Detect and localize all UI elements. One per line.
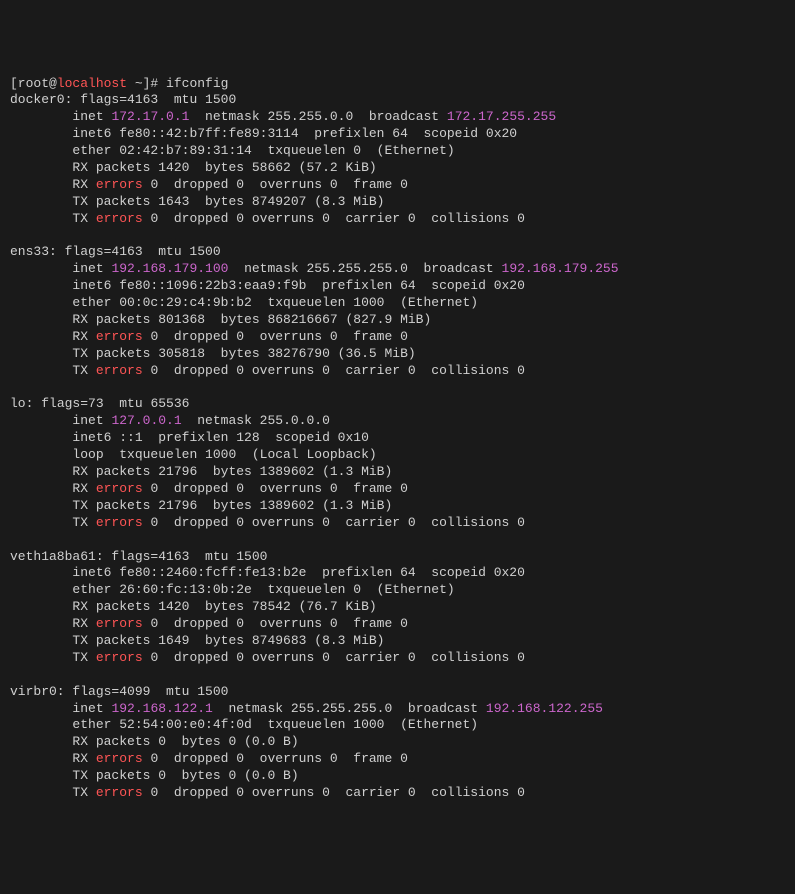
prompt-line: [root@localhost ~]# ifconfig [10, 76, 228, 91]
ether-line: ether 02:42:b7:89:31:14 txqueuelen 0 (Et… [72, 143, 454, 158]
rx-err-word: errors [96, 481, 143, 496]
iface-flags: flags=4163 mtu 1500 [80, 92, 236, 107]
tx-err-rest: 0 dropped 0 overruns 0 carrier 0 collisi… [143, 515, 525, 530]
inet6-line: inet6 fe80::42:b7ff:fe89:3114 prefixlen … [72, 126, 517, 141]
rx-err-rest: 0 dropped 0 overruns 0 frame 0 [143, 751, 408, 766]
inet-label: inet [72, 701, 111, 716]
tx-err-word: errors [96, 650, 143, 665]
tx-err-label: TX [72, 785, 95, 800]
tx-err-word: errors [96, 515, 143, 530]
ether-line: ether 00:0c:29:c4:9b:b2 txqueuelen 1000 … [72, 295, 478, 310]
rx-packets: RX packets 801368 bytes 868216667 (827.9… [72, 312, 431, 327]
rx-err-rest: 0 dropped 0 overruns 0 frame 0 [143, 616, 408, 631]
iface-name: ens33: [10, 244, 65, 259]
broadcast-addr: 172.17.255.255 [447, 109, 556, 124]
prompt-command: ifconfig [166, 76, 228, 91]
inet-addr: 127.0.0.1 [111, 413, 181, 428]
inet-rest: netmask 255.0.0.0 [182, 413, 330, 428]
tx-packets: TX packets 305818 bytes 38276790 (36.5 M… [72, 346, 415, 361]
tx-err-label: TX [72, 515, 95, 530]
iface-name: docker0: [10, 92, 80, 107]
rx-err-rest: 0 dropped 0 overruns 0 frame 0 [143, 177, 408, 192]
inet-addr: 172.17.0.1 [111, 109, 189, 124]
iface-name: veth1a8ba61: [10, 549, 111, 564]
tx-err-label: TX [72, 650, 95, 665]
prompt-suffix: ~]# [127, 76, 166, 91]
iface-name: lo: [10, 396, 41, 411]
rx-err-word: errors [96, 177, 143, 192]
inet6-line: inet6 fe80::2460:fcff:fe13:b2e prefixlen… [72, 565, 524, 580]
rx-packets: RX packets 1420 bytes 78542 (76.7 KiB) [72, 599, 376, 614]
inet-label: inet [72, 413, 111, 428]
prompt-host: localhost [57, 76, 127, 91]
iface-name: virbr0: [10, 684, 72, 699]
rx-err-word: errors [96, 616, 143, 631]
iface-flags: flags=4163 mtu 1500 [111, 549, 267, 564]
tx-err-word: errors [96, 363, 143, 378]
broadcast-addr: 192.168.179.255 [502, 261, 619, 276]
tx-err-rest: 0 dropped 0 overruns 0 carrier 0 collisi… [143, 363, 525, 378]
ether-line: ether 52:54:00:e0:4f:0d txqueuelen 1000 … [72, 717, 478, 732]
rx-packets: RX packets 21796 bytes 1389602 (1.3 MiB) [72, 464, 392, 479]
terminal-output[interactable]: [root@localhost ~]# ifconfig docker0: fl… [10, 76, 785, 802]
ether-line: loop txqueuelen 1000 (Local Loopback) [72, 447, 376, 462]
rx-err-label: RX [72, 329, 95, 344]
rx-err-label: RX [72, 751, 95, 766]
inet-rest: netmask 255.255.0.0 broadcast [189, 109, 446, 124]
rx-err-label: RX [72, 616, 95, 631]
tx-err-word: errors [96, 211, 143, 226]
inet-addr: 192.168.179.100 [111, 261, 228, 276]
inet6-line: inet6 fe80::1096:22b3:eaa9:f9b prefixlen… [72, 278, 524, 293]
rx-err-word: errors [96, 329, 143, 344]
tx-packets: TX packets 1649 bytes 8749683 (8.3 MiB) [72, 633, 384, 648]
iface-flags: flags=73 mtu 65536 [41, 396, 189, 411]
inet-label: inet [72, 109, 111, 124]
tx-packets: TX packets 0 bytes 0 (0.0 B) [72, 768, 298, 783]
inet-addr: 192.168.122.1 [111, 701, 212, 716]
ifconfig-output: docker0: flags=4163 mtu 1500 inet 172.17… [10, 92, 785, 801]
tx-packets: TX packets 21796 bytes 1389602 (1.3 MiB) [72, 498, 392, 513]
broadcast-addr: 192.168.122.255 [486, 701, 603, 716]
tx-err-label: TX [72, 363, 95, 378]
rx-err-rest: 0 dropped 0 overruns 0 frame 0 [143, 329, 408, 344]
inet6-line: inet6 ::1 prefixlen 128 scopeid 0x10 [72, 430, 368, 445]
rx-packets: RX packets 0 bytes 0 (0.0 B) [72, 734, 298, 749]
tx-err-label: TX [72, 211, 95, 226]
tx-err-rest: 0 dropped 0 overruns 0 carrier 0 collisi… [143, 650, 525, 665]
prompt-prefix: [root@ [10, 76, 57, 91]
tx-err-rest: 0 dropped 0 overruns 0 carrier 0 collisi… [143, 211, 525, 226]
inet-rest: netmask 255.255.255.0 broadcast [228, 261, 501, 276]
tx-err-word: errors [96, 785, 143, 800]
ether-line: ether 26:60:fc:13:0b:2e txqueuelen 0 (Et… [72, 582, 454, 597]
rx-err-label: RX [72, 481, 95, 496]
inet-rest: netmask 255.255.255.0 broadcast [213, 701, 486, 716]
rx-packets: RX packets 1420 bytes 58662 (57.2 KiB) [72, 160, 376, 175]
inet-label: inet [72, 261, 111, 276]
rx-err-rest: 0 dropped 0 overruns 0 frame 0 [143, 481, 408, 496]
rx-err-label: RX [72, 177, 95, 192]
rx-err-word: errors [96, 751, 143, 766]
iface-flags: flags=4099 mtu 1500 [72, 684, 228, 699]
tx-err-rest: 0 dropped 0 overruns 0 carrier 0 collisi… [143, 785, 525, 800]
tx-packets: TX packets 1643 bytes 8749207 (8.3 MiB) [72, 194, 384, 209]
iface-flags: flags=4163 mtu 1500 [65, 244, 221, 259]
